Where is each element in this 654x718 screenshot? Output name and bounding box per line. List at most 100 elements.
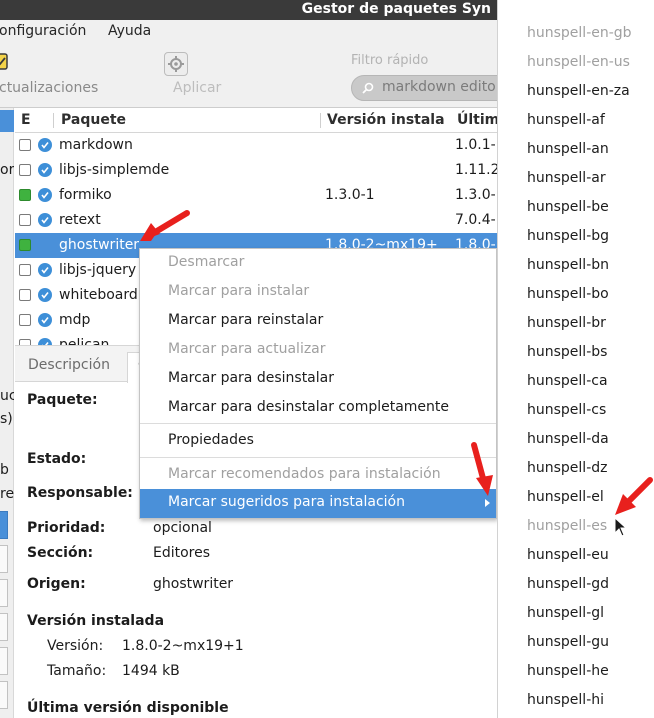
- tab-description[interactable]: Descripción: [28, 357, 110, 373]
- submenu-item[interactable]: hunspell-hi: [527, 692, 604, 708]
- menu-item-label: Marcar para desinstalar: [168, 370, 334, 386]
- filter-button[interactable]: [0, 613, 8, 641]
- package-row[interactable]: formiko 1.3.0-1 1.3.0-: [15, 183, 497, 208]
- updates-button-label[interactable]: ctualizaciones: [0, 80, 98, 96]
- column-header-state[interactable]: E: [21, 112, 31, 128]
- filter-button[interactable]: [0, 545, 8, 573]
- label-state: Estado:: [27, 451, 87, 467]
- submenu-item[interactable]: hunspell-he: [527, 663, 609, 679]
- filter-button[interactable]: [0, 579, 8, 607]
- submenu-item[interactable]: hunspell-af: [527, 112, 605, 128]
- submenu-item[interactable]: hunspell-be: [527, 199, 609, 215]
- column-header-latest-version[interactable]: Últim: [457, 112, 497, 128]
- package-checkbox[interactable]: [19, 289, 31, 301]
- submenu-item[interactable]: hunspell-an: [527, 141, 609, 157]
- package-checkbox[interactable]: [19, 164, 31, 176]
- info-icon: [38, 288, 52, 302]
- submenu-item[interactable]: hunspell-gl: [527, 605, 604, 621]
- package-row[interactable]: retext 7.0.4-: [15, 208, 497, 233]
- menu-bar: onfiguración Ayuda: [0, 20, 497, 45]
- submenu-item[interactable]: hunspell-bo: [527, 286, 609, 302]
- menu-item-label: Marcar para actualizar: [168, 341, 326, 357]
- package-checkbox[interactable]: [19, 264, 31, 276]
- filter-button[interactable]: [0, 681, 8, 709]
- label-priority: Prioridad:: [27, 520, 106, 536]
- info-icon: [38, 213, 52, 227]
- package-checkbox[interactable]: [19, 239, 31, 251]
- submenu-item[interactable]: hunspell-eu: [527, 547, 609, 563]
- menu-item-mark-reinstall[interactable]: Marcar para reinstalar: [140, 307, 496, 336]
- quick-filter-input[interactable]: markdown edito: [351, 75, 511, 101]
- apply-button-label[interactable]: Aplicar: [173, 80, 221, 96]
- menu-item-mark-install[interactable]: Marcar para instalar: [140, 278, 496, 307]
- info-icon: [38, 138, 52, 152]
- package-name: mdp: [59, 312, 91, 328]
- updates-icon[interactable]: [0, 52, 10, 72]
- submenu-arrow-icon: [485, 499, 490, 507]
- context-menu: Desmarcar Marcar para instalar Marcar pa…: [139, 248, 497, 519]
- package-checkbox[interactable]: [19, 189, 31, 201]
- menu-item-label: Propiedades: [168, 432, 254, 448]
- latest-version: 1.3.0-: [455, 187, 496, 203]
- installed-version-heading: Versión instalada: [27, 613, 165, 629]
- info-icon: [38, 338, 52, 345]
- value-origin: ghostwriter: [153, 576, 234, 592]
- submenu-item[interactable]: hunspell-gu: [527, 634, 609, 650]
- package-checkbox[interactable]: [19, 139, 31, 151]
- submenu-item[interactable]: hunspell-dz: [527, 460, 607, 476]
- menu-item-label: Marcar recomendados para instalación: [168, 466, 441, 482]
- submenu-item[interactable]: hunspell-ca: [527, 373, 608, 389]
- column-separator[interactable]: [53, 113, 54, 128]
- value-priority: opcional: [153, 520, 212, 536]
- submenu-item[interactable]: hunspell-cs: [527, 402, 606, 418]
- submenu-item[interactable]: hunspell-br: [527, 315, 606, 331]
- menu-item-mark-recommended[interactable]: Marcar recomendados para instalación: [140, 461, 496, 490]
- submenu-item[interactable]: hunspell-en-za: [527, 83, 630, 99]
- submenu-item[interactable]: hunspell-gd: [527, 576, 609, 592]
- package-checkbox[interactable]: [19, 214, 31, 226]
- menu-item-unmark[interactable]: Desmarcar: [140, 249, 496, 278]
- menu-item-mark-upgrade[interactable]: Marcar para actualizar: [140, 336, 496, 365]
- value-section: Editores: [153, 545, 211, 561]
- menu-item-properties[interactable]: Propiedades: [140, 427, 496, 456]
- package-row[interactable]: libjs-simplemde 1.11.2: [15, 158, 497, 183]
- label-origin: Origen:: [27, 576, 86, 592]
- column-header-installed-version[interactable]: Versión instala: [327, 112, 445, 128]
- category-selected-row[interactable]: [0, 110, 14, 132]
- latest-version-heading: Última versión disponible: [27, 700, 229, 716]
- latest-version: 7.0.4-: [455, 212, 496, 228]
- submenu-item[interactable]: hunspell-bn: [527, 257, 609, 273]
- info-icon: [38, 313, 52, 327]
- submenu-item[interactable]: hunspell-el: [527, 489, 604, 505]
- menu-item-mark-purge[interactable]: Marcar para desinstalar completamente: [140, 394, 496, 423]
- submenu-item[interactable]: hunspell-bg: [527, 228, 609, 244]
- filter-button[interactable]: [0, 511, 8, 539]
- menu-item-label: Marcar para reinstalar: [168, 312, 324, 328]
- menu-configuracion[interactable]: onfiguración: [0, 23, 86, 39]
- quick-filter-value: markdown edito: [382, 79, 496, 95]
- submenu-item[interactable]: hunspell-es: [527, 518, 607, 534]
- column-separator[interactable]: [320, 113, 321, 128]
- menu-item-label: Marcar sugeridos para instalación: [168, 494, 405, 510]
- package-name: markdown: [59, 137, 133, 153]
- label-maintainer: Responsable:: [27, 485, 133, 501]
- submenu-item[interactable]: hunspell-en-gb: [527, 25, 632, 41]
- menu-item-mark-remove[interactable]: Marcar para desinstalar: [140, 365, 496, 394]
- menu-ayuda[interactable]: Ayuda: [108, 23, 151, 39]
- column-header-package[interactable]: Paquete: [61, 112, 126, 128]
- filter-button[interactable]: [0, 647, 8, 675]
- installed-size-value: 1494 kB: [122, 663, 180, 679]
- menu-separator: [140, 423, 496, 424]
- submenu-item[interactable]: hunspell-ar: [527, 170, 606, 186]
- package-row[interactable]: markdown 1.0.1-: [15, 133, 497, 158]
- submenu-item[interactable]: hunspell-da: [527, 431, 609, 447]
- submenu-item[interactable]: hunspell-en-us: [527, 54, 630, 70]
- apply-icon[interactable]: [164, 52, 188, 76]
- mouse-cursor-icon: [614, 517, 628, 537]
- menu-item-mark-suggested[interactable]: Marcar sugeridos para instalación: [140, 489, 496, 518]
- category-pane: or uc s) b re: [0, 108, 14, 718]
- package-checkbox[interactable]: [19, 314, 31, 326]
- category-fragment: re: [0, 486, 14, 502]
- installed-size-label: Tamaño:: [47, 663, 107, 679]
- submenu-item[interactable]: hunspell-bs: [527, 344, 607, 360]
